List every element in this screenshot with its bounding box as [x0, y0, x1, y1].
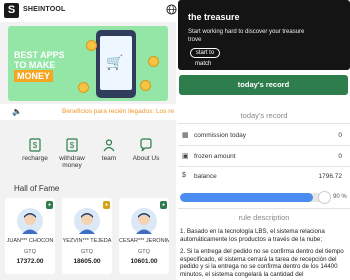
fame-currency: GTQ	[138, 249, 150, 255]
hall-of-fame-title: Hall of Fame	[14, 184, 60, 193]
rule-item: 1. Basado en la tecnología LBS, el siste…	[180, 228, 325, 243]
progress-knob[interactable]	[318, 191, 331, 204]
balance-row: $ balance 1796.72	[180, 171, 348, 183]
rule-item: 2. Si la entrega del pedido no se confir…	[180, 248, 344, 278]
coin-icon	[78, 82, 89, 93]
fame-amount: 18605.00	[73, 258, 101, 265]
fame-card: ● JUAN*** CHOCÓN GTQ 17372.00	[5, 198, 55, 274]
todays-record-button[interactable]: today's record	[179, 75, 348, 95]
speaker-icon: 🔈	[12, 107, 22, 116]
about-icon	[140, 138, 152, 152]
brand-name: SHEINTOOL	[23, 6, 66, 13]
frozen-icon: ▣	[182, 153, 189, 160]
today-record-title: today's record	[240, 111, 288, 120]
treasure-hero: the treasure Start working hard to disco…	[178, 0, 350, 70]
withdraw-icon: $	[66, 138, 78, 152]
fame-card: ● CESAR*** JERÓNIMO GTQ 10601.00	[119, 198, 169, 274]
balance-label: balance	[194, 173, 217, 180]
avatar	[17, 208, 43, 234]
top-bar: S SHEINTOOL	[0, 0, 177, 22]
banner-text: BEST APPS TO MAKE	[14, 50, 65, 70]
divider	[178, 123, 350, 124]
fame-name: JUAN*** CHOCÓN	[6, 238, 54, 244]
svg-text:$: $	[33, 141, 38, 150]
fame-name: YEZVIN*** TEJEDA	[62, 238, 112, 244]
hero-subtitle: Start working hard to discover your trea…	[188, 29, 305, 43]
fame-currency: GTQ	[81, 249, 93, 255]
frozen-value: 0	[338, 153, 342, 160]
menu-team-label: team	[101, 155, 117, 162]
globe-icon[interactable]	[166, 4, 177, 15]
progress-bar	[180, 193, 328, 202]
coin-icon	[140, 80, 151, 91]
banner-line2: TO MAKE	[14, 60, 56, 70]
cart-icon: 🛒	[106, 54, 124, 70]
divider	[178, 145, 350, 146]
hero-match-label[interactable]: match	[195, 61, 211, 67]
divider	[178, 208, 350, 209]
left-panel: S SHEINTOOL BEST APPS TO MAKE MONEY 🛒 🔈 …	[0, 0, 177, 280]
recharge-icon: $	[29, 138, 41, 152]
menu-team[interactable]: team	[89, 138, 129, 162]
divider	[178, 166, 350, 167]
progress-label: 90 %	[333, 194, 347, 200]
rule-description-text: 1. Basado en la tecnología LBS, el siste…	[180, 228, 348, 280]
banner-money: MONEY	[14, 70, 54, 82]
rule-description-title: rule description	[238, 213, 290, 222]
notice-bar[interactable]: 🔈 Beneficios para recién llegados: Los r…	[0, 104, 176, 120]
frozen-label: frozen amount	[194, 153, 236, 160]
fame-amount: 17372.00	[16, 258, 44, 265]
hero-title: the treasure	[188, 12, 240, 22]
fame-card: ● YEZVIN*** TEJEDA GTQ 18605.00	[62, 198, 112, 274]
balance-icon: $	[182, 172, 186, 179]
avatar	[74, 208, 100, 234]
commission-icon: ▦	[182, 132, 189, 139]
rank-badge: ●	[103, 201, 110, 209]
coin-icon	[86, 40, 97, 51]
progress-fill	[180, 193, 314, 202]
fame-currency: GTQ	[24, 249, 36, 255]
coin-icon	[148, 56, 159, 67]
balance-value: 1796.72	[318, 173, 343, 180]
rank-badge: ●	[46, 201, 53, 209]
menu-withdraw-label: withdraw money	[59, 155, 85, 169]
svg-text:$: $	[70, 141, 75, 150]
start-match-button[interactable]: start to	[190, 48, 220, 58]
menu-about[interactable]: About Us	[126, 138, 166, 162]
frozen-row: ▣ frozen amount 0	[180, 151, 348, 163]
app-logo: S	[4, 3, 19, 18]
avatar	[131, 208, 157, 234]
menu-recharge-label: recharge	[22, 155, 48, 162]
team-icon	[103, 139, 115, 152]
banner-line1: BEST APPS	[14, 50, 65, 60]
commission-label: commission today	[194, 132, 247, 139]
promo-banner[interactable]: BEST APPS TO MAKE MONEY 🛒	[8, 26, 168, 101]
menu-recharge[interactable]: $ recharge	[15, 138, 55, 162]
commission-value: 0	[338, 132, 342, 139]
menu-about-label: About Us	[132, 155, 160, 162]
fame-name: CESAR*** JERÓNIMO	[119, 238, 169, 244]
menu-withdraw[interactable]: $ withdraw money	[52, 138, 92, 169]
rank-badge: ●	[160, 201, 167, 209]
notice-text: Beneficios para recién llegados: Los re	[62, 108, 175, 115]
fame-amount: 10601.00	[130, 258, 158, 265]
commission-row: ▦ commission today 0	[180, 130, 348, 142]
